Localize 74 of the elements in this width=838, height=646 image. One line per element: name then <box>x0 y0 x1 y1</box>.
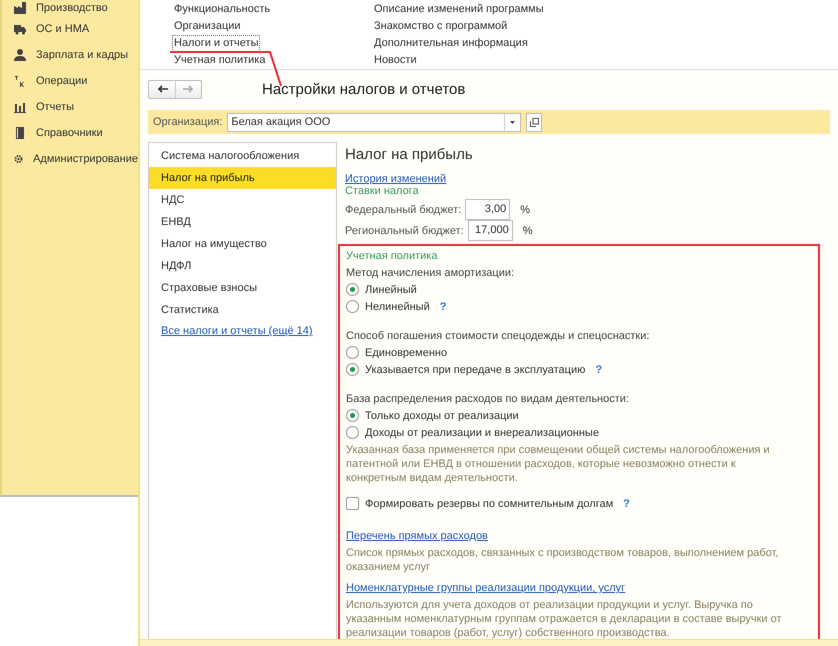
section-item[interactable]: НДФЛ <box>149 255 336 277</box>
sidebar-item[interactable]: Администрирование <box>2 146 138 172</box>
truck-icon <box>14 23 26 35</box>
menu-link[interactable]: Дополнительная информация <box>372 35 530 52</box>
unit-label: % <box>522 224 532 236</box>
radio-button[interactable] <box>346 283 359 296</box>
menu-link[interactable]: Описание изменений программы <box>372 1 546 18</box>
menu-link[interactable]: Организации <box>172 18 243 35</box>
rate-field[interactable]: 3,00 <box>465 199 510 220</box>
option-label[interactable]: Указывается при передаче в эксплуатацию <box>365 364 586 376</box>
section-item[interactable]: НДС <box>149 189 336 211</box>
radio-button[interactable] <box>346 409 359 422</box>
note-text: Указанная база применяется при совмещении общей системы налогообложения и патентной или ЕНВД в отношении расходов, которые невозможно отнести к конкретным видам деятельности. <box>346 443 771 485</box>
person-icon <box>14 49 26 61</box>
field-label: Федеральный бюджет: <box>345 204 462 216</box>
option-label[interactable]: Нелинейный <box>365 300 430 312</box>
section-item[interactable]: Налог на имущество <box>149 233 336 255</box>
sidebar-item[interactable]: Отчеты <box>2 94 138 120</box>
unit-label: % <box>520 204 530 216</box>
option-group-label: Способ погашения стоимости спецодежды и спецоснастки: <box>346 329 650 344</box>
settings-icon <box>14 153 24 165</box>
section-item[interactable]: Статистика <box>149 299 336 321</box>
settings-link[interactable]: Перечень прямых расходов <box>346 530 488 542</box>
book-icon <box>14 127 26 139</box>
group-heading: Учетная политика <box>346 250 438 262</box>
sidebar-item[interactable]: Зарплата и кадры <box>2 42 138 68</box>
radio-button[interactable] <box>346 300 359 313</box>
caret-icon <box>510 120 516 124</box>
radio-button[interactable] <box>346 363 359 376</box>
menu-link[interactable]: Знакомство с программой <box>372 18 510 35</box>
radio-button[interactable] <box>346 346 359 359</box>
left-arrow-icon <box>156 85 168 93</box>
settings-link[interactable]: Номенклатурные группы реализации продукции, услуг <box>346 582 626 594</box>
option-label[interactable]: Линейный <box>365 284 417 296</box>
option-label[interactable]: Доходы от реализации и внереализационные <box>365 426 599 438</box>
menu-link[interactable]: Учетная политика <box>172 52 268 69</box>
checkbox-label[interactable]: Формировать резервы по сомнительным долгам <box>365 498 614 510</box>
section-item[interactable]: Страховые взносы <box>149 277 336 299</box>
open-window-icon <box>530 118 539 126</box>
description-text: Используются для учета доходов от реализации продукции и услуг. Выручка по указанным номенклатурным группам отражается в декларации в составе выручки от реализации товаров (работ, услуг) собственного производства. <box>346 598 783 640</box>
radio-button[interactable] <box>346 426 359 439</box>
option-group-label: База распределения расходов по видам деятельности: <box>346 392 630 407</box>
menu-link[interactable]: Функциональность <box>172 1 272 18</box>
menu-link[interactable]: Новости <box>372 52 419 69</box>
group-heading: Ставки налога <box>345 185 420 197</box>
sidebar-item[interactable]: Производство <box>2 0 138 16</box>
option-label[interactable]: Только доходы от реализации <box>365 410 519 422</box>
right-arrow-icon <box>183 85 194 93</box>
option-label[interactable]: Единовременно <box>365 346 448 358</box>
bar-chart-icon <box>14 101 26 113</box>
help-link[interactable]: ? <box>440 300 446 312</box>
field-label: Региональный бюджет: <box>345 224 464 236</box>
description-text: Список прямых расходов, связанных с производством товаров, выполнением работ, оказанием услуг <box>346 546 780 574</box>
menu-link[interactable]: Налоги и отчеты <box>172 35 260 52</box>
section-item[interactable]: Система налогообложения <box>149 145 336 167</box>
form-title: Настройки налогов и отчетов <box>262 80 466 98</box>
debit-credit-icon <box>14 75 26 87</box>
sidebar-item[interactable]: Операции <box>2 68 138 94</box>
sidebar-item[interactable]: Справочники <box>2 120 138 146</box>
section-item[interactable]: ЕНВД <box>149 211 336 233</box>
factory-icon <box>14 2 26 14</box>
section-heading: Налог на прибыль <box>345 146 474 163</box>
help-link[interactable]: ? <box>623 498 630 510</box>
field-label: Организация: <box>153 116 222 128</box>
section-item[interactable]: Налог на прибыль <box>149 167 336 189</box>
checkbox[interactable] <box>346 497 359 510</box>
help-link[interactable]: ? <box>595 364 602 376</box>
organization-field[interactable]: Белая акация ООО <box>227 112 522 132</box>
history-link[interactable]: История изменений <box>345 173 446 185</box>
rate-field[interactable]: 17,000 <box>468 220 513 241</box>
sidebar-item[interactable]: ОС и НМА <box>2 16 138 42</box>
open-button[interactable] <box>526 112 542 132</box>
all-taxes-link[interactable]: Все налоги и отчеты (ещё 14) <box>161 325 313 337</box>
option-group-label: Метод начисления амортизации: <box>346 266 516 281</box>
